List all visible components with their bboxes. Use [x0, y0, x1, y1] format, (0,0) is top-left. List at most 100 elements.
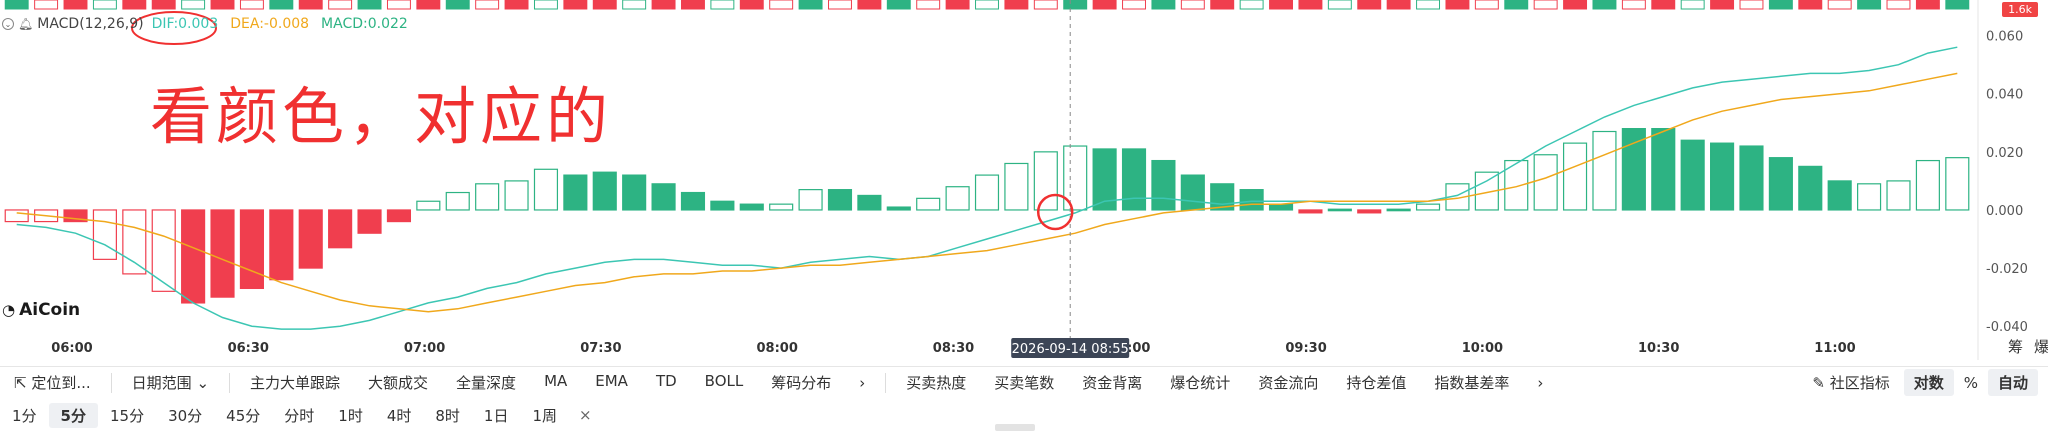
x-tick-label: 07:30 [580, 341, 621, 356]
more-left-chevron-icon[interactable]: › [845, 374, 879, 392]
strip-bar [1621, 0, 1646, 10]
macd-bar [386, 209, 412, 223]
strip-bar [1768, 0, 1793, 10]
log-scale-button[interactable]: 对数 [1903, 369, 1954, 396]
macd-bar [974, 174, 1000, 211]
strip-bar [1827, 0, 1852, 10]
strip-bar [1416, 0, 1441, 10]
logo-mark-icon: ◔ [2, 301, 16, 319]
macd-bar [739, 203, 764, 211]
toolbar-item[interactable]: 买卖笔数 [980, 372, 1068, 393]
macd-bar [328, 209, 353, 249]
indicator-toolbar: ⇱ 定位到... 日期范围 ⌄ 主力大单跟踪 大额成交 全量深度 MA EMA TD BOL… [0, 366, 2048, 398]
macd-bar [1592, 130, 1617, 211]
more-right-chevron-icon[interactable]: › [1523, 374, 1557, 392]
macd-bar [857, 194, 882, 211]
period-tab[interactable]: 1日 [472, 403, 521, 428]
divider [229, 372, 231, 393]
toolbar-item[interactable]: 指数基差率 [1420, 372, 1523, 393]
toolbar-item[interactable]: 资金背离 [1068, 372, 1156, 393]
period-tab[interactable]: 5分 [48, 402, 98, 428]
macd-bar [1710, 142, 1735, 211]
y-tick-label: -0.040 [1986, 320, 2028, 335]
auto-scale-button[interactable]: 自动 [1987, 369, 2038, 396]
date-range-dropdown[interactable]: 日期范围 ⌄ [118, 372, 223, 393]
strip-bar [681, 0, 705, 10]
toolbar-item[interactable]: EMA [581, 372, 642, 393]
period-tab[interactable]: 4时 [375, 403, 424, 428]
macd-bar [651, 183, 676, 211]
logo-text: AiCoin [19, 300, 81, 320]
toolbar-item[interactable]: 资金流向 [1244, 372, 1332, 393]
period-tab[interactable]: 1分 [0, 403, 49, 428]
macd-bar [1033, 151, 1058, 211]
strip-bar [563, 0, 588, 10]
locate-button[interactable]: ⇱ 定位到... [0, 372, 105, 393]
strip-bar [1269, 0, 1293, 10]
macd-bar [504, 180, 529, 211]
macd-bar [1151, 159, 1176, 211]
collapse-icon[interactable]: ⌄ [2, 18, 14, 30]
period-tab[interactable]: 分时 [272, 403, 326, 428]
toolbar-item[interactable]: TD [642, 372, 691, 393]
period-tab[interactable]: 15分 [98, 403, 156, 428]
toolbar-item[interactable]: 主力大单跟踪 [236, 372, 354, 393]
x-axis: 06:00 06:30 07:00 07:30 08:00 08:30 09:00 09:30… [51, 341, 1855, 356]
toolbar-item[interactable]: 买卖热度 [892, 372, 980, 393]
scroll-handle[interactable] [995, 424, 1035, 431]
x-tick-label: 10:00 [1462, 341, 1503, 356]
macd-bar [1357, 209, 1382, 214]
indicator-name[interactable]: MACD(12,26,9) [37, 16, 143, 32]
toolbar-item[interactable]: BOLL [691, 372, 758, 393]
toolbar-item[interactable]: MA [530, 372, 581, 393]
macd-bar [1651, 128, 1676, 211]
macd-bar [1798, 165, 1823, 211]
strip-bar [651, 0, 676, 10]
strip-bar [269, 0, 294, 10]
period-tab[interactable]: 1周 [520, 403, 569, 428]
strip-bar [92, 0, 117, 10]
toolbar-item[interactable]: 大额成交 [354, 372, 442, 393]
toolbar-item[interactable]: 持仓差值 [1332, 372, 1420, 393]
strip-bar [1004, 0, 1029, 10]
strip-bar [357, 0, 382, 10]
toolbar-item[interactable]: 爆仓统计 [1156, 372, 1244, 393]
community-label: 社区指标 [1829, 374, 1890, 392]
period-tab[interactable]: 8时 [423, 403, 472, 428]
indicator-legend: ⌄ 🔔︎ MACD(12,26,9) DIF:0.003 DEA:-0.008 … [2, 14, 408, 34]
x-tick-label: 11:00 [1814, 341, 1855, 356]
x-tick-label: 06:30 [228, 341, 269, 356]
macd-bar [916, 197, 941, 211]
strip-bar [34, 0, 59, 10]
strip-bar [1445, 0, 1470, 10]
toolbar-item[interactable]: 全量深度 [442, 372, 530, 393]
bell-icon[interactable]: 🔔︎ [18, 17, 33, 31]
strip-bar [504, 0, 529, 10]
side-label: 爆 [2034, 338, 2048, 356]
macd-bar [475, 183, 500, 211]
close-icon[interactable]: × [569, 406, 602, 424]
period-tab[interactable]: 45分 [214, 403, 272, 428]
macd-bar [886, 206, 911, 211]
toolbar-item[interactable]: 筹码分布 [757, 372, 845, 393]
strip-bar [769, 0, 794, 10]
dif-value: DIF:0.003 [151, 16, 219, 32]
x-tick-label: 08:00 [757, 341, 798, 356]
percent-scale-button[interactable]: % [1954, 371, 1988, 395]
strip-bar [1533, 0, 1558, 10]
period-tab[interactable]: 30分 [156, 403, 214, 428]
y-axis: 0.060 0.040 0.020 0.000 -0.020 -0.040 筹爆 [1977, 0, 2048, 360]
dea-value: DEA:-0.008 [230, 16, 310, 32]
period-tab[interactable]: 1时 [326, 403, 375, 428]
macd-bar [1562, 142, 1588, 211]
macd-bar [710, 200, 735, 211]
y-tick-label: -0.020 [1986, 262, 2028, 277]
macd-bar [1827, 180, 1852, 211]
strip-bar [886, 0, 911, 10]
macd-bar [1327, 208, 1352, 212]
strip-bar [181, 0, 206, 10]
community-indicator-button[interactable]: ✎ 社区指标 [1798, 372, 1903, 393]
macd-bar [1268, 203, 1294, 211]
strip-bar [1357, 0, 1382, 10]
macd-bar [622, 174, 647, 211]
